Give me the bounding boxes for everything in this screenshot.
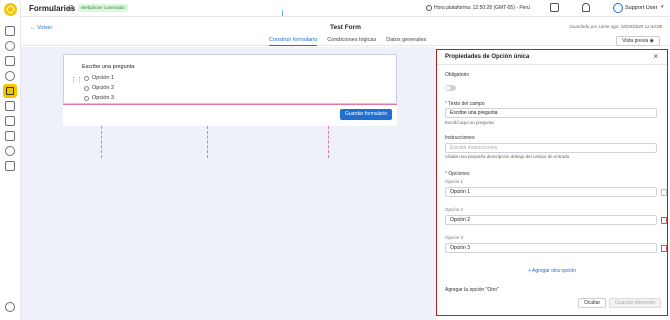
brand-logo[interactable] bbox=[4, 3, 17, 16]
instructions-label: Instrucciones bbox=[445, 135, 475, 141]
question-title: Escribe una pregunta bbox=[82, 64, 135, 70]
option-label: Opción 2 bbox=[92, 85, 115, 91]
clock-icon bbox=[426, 5, 432, 11]
options-label: * Opciones bbox=[445, 171, 470, 177]
properties-panel: Propiedades de Opción única × Obligatori… bbox=[436, 49, 668, 316]
drag-handle-icon[interactable]: ⋮⋮ bbox=[70, 76, 83, 84]
trash-icon[interactable] bbox=[661, 245, 667, 252]
user-name[interactable]: Support User bbox=[625, 5, 657, 11]
forms-icon[interactable] bbox=[3, 84, 17, 98]
field-text-input[interactable]: Escribe una pregunta bbox=[445, 108, 657, 118]
form-header: ← Volver Test Form Guardado por Ltime ag… bbox=[21, 17, 670, 46]
add-option-link[interactable]: + Agregar otra opción bbox=[437, 268, 667, 274]
saved-status: Guardado por Ltime ago: 16/05/2025 12:44… bbox=[569, 24, 662, 29]
radio-icon bbox=[84, 95, 89, 101]
agent-status-icon[interactable] bbox=[550, 3, 559, 12]
settings-icon[interactable] bbox=[5, 302, 15, 312]
required-label: Obligatorio bbox=[445, 72, 470, 78]
radio-option: Opción 3 bbox=[84, 95, 114, 101]
hide-button[interactable]: Ocultar bbox=[578, 298, 607, 308]
bell-icon[interactable] bbox=[582, 3, 590, 12]
broadcast-icon[interactable] bbox=[5, 146, 15, 156]
radio-option: Opción 1 bbox=[84, 75, 114, 81]
megaphone-icon[interactable] bbox=[5, 71, 15, 81]
user-avatar[interactable] bbox=[613, 3, 623, 13]
eye-icon: ◉ bbox=[649, 38, 654, 44]
webphone-status-badge: Webphone conectado bbox=[78, 4, 128, 12]
drop-guide bbox=[282, 10, 283, 16]
preview-button[interactable]: Vista previa ◉ bbox=[616, 36, 660, 46]
tab-logic-conditions[interactable]: Condiciones lógicas bbox=[327, 37, 376, 46]
option-input[interactable]: Opción 2 bbox=[445, 215, 657, 225]
home-icon[interactable] bbox=[5, 26, 15, 36]
option-caption: Opción 1 bbox=[445, 179, 464, 184]
option-input[interactable]: Opción 1 bbox=[445, 187, 657, 197]
trash-icon[interactable] bbox=[661, 217, 667, 224]
field-text-help: Escribí aquí su pregunta bbox=[445, 120, 494, 125]
panel-title: Propiedades de Opción única bbox=[445, 54, 530, 60]
option-label: Opción 1 bbox=[92, 75, 115, 81]
chevron-down-icon[interactable]: ▾ bbox=[661, 4, 664, 10]
instructions-input[interactable]: Escribir instrucciones bbox=[445, 143, 657, 153]
option-caption: Opción 2 bbox=[445, 207, 464, 212]
instructions-help: Añada una pequeña descripción debajo del… bbox=[445, 154, 570, 159]
drop-guide bbox=[101, 126, 102, 158]
radio-icon bbox=[84, 75, 89, 81]
tab-general-data[interactable]: Datos generales bbox=[386, 37, 426, 46]
field-text-label: * Texto del campo bbox=[445, 101, 485, 107]
calendar-icon[interactable] bbox=[5, 161, 15, 171]
trash-icon[interactable] bbox=[661, 189, 667, 196]
left-rail bbox=[0, 0, 21, 320]
form-tabs: Construir formulario Condiciones lógicas… bbox=[269, 37, 426, 46]
top-bar: Formularios i Webphone conectado Hora pl… bbox=[21, 0, 670, 17]
option-label: Opción 3 bbox=[92, 95, 115, 101]
preview-label: Vista previa bbox=[622, 38, 649, 44]
option-input[interactable]: Opción 3 bbox=[445, 243, 657, 253]
platform-time: Hora plataforma: 12:50:28 (GMT-05) - Per… bbox=[434, 5, 530, 11]
panel-header: Propiedades de Opción única × bbox=[437, 50, 667, 65]
drop-guide bbox=[328, 126, 329, 158]
radio-icon bbox=[84, 85, 89, 91]
radio-option: Opción 2 bbox=[84, 85, 114, 91]
other-option-label: Agregar la opción "Otro" bbox=[445, 287, 499, 293]
mail-icon[interactable] bbox=[5, 116, 15, 126]
grid-icon[interactable] bbox=[5, 131, 15, 141]
option-caption: Opción 3 bbox=[445, 235, 464, 240]
tag-icon[interactable] bbox=[5, 101, 15, 111]
contacts-icon[interactable] bbox=[5, 56, 15, 66]
drop-guide bbox=[207, 126, 208, 158]
form-canvas: ⋮⋮ Escribe una pregunta Opción 1 Opción … bbox=[21, 10, 436, 320]
required-toggle[interactable] bbox=[445, 85, 456, 91]
save-element-button[interactable]: Guardar elemento bbox=[609, 298, 662, 308]
save-form-button[interactable]: Guardar formulario bbox=[340, 109, 392, 120]
eye-icon[interactable] bbox=[5, 41, 15, 51]
question-card[interactable]: ⋮⋮ Escribe una pregunta Opción 1 Opción … bbox=[63, 54, 397, 104]
close-icon[interactable]: × bbox=[653, 52, 658, 61]
info-icon[interactable]: i bbox=[68, 5, 74, 11]
tab-build-form[interactable]: Construir formulario bbox=[269, 37, 318, 46]
